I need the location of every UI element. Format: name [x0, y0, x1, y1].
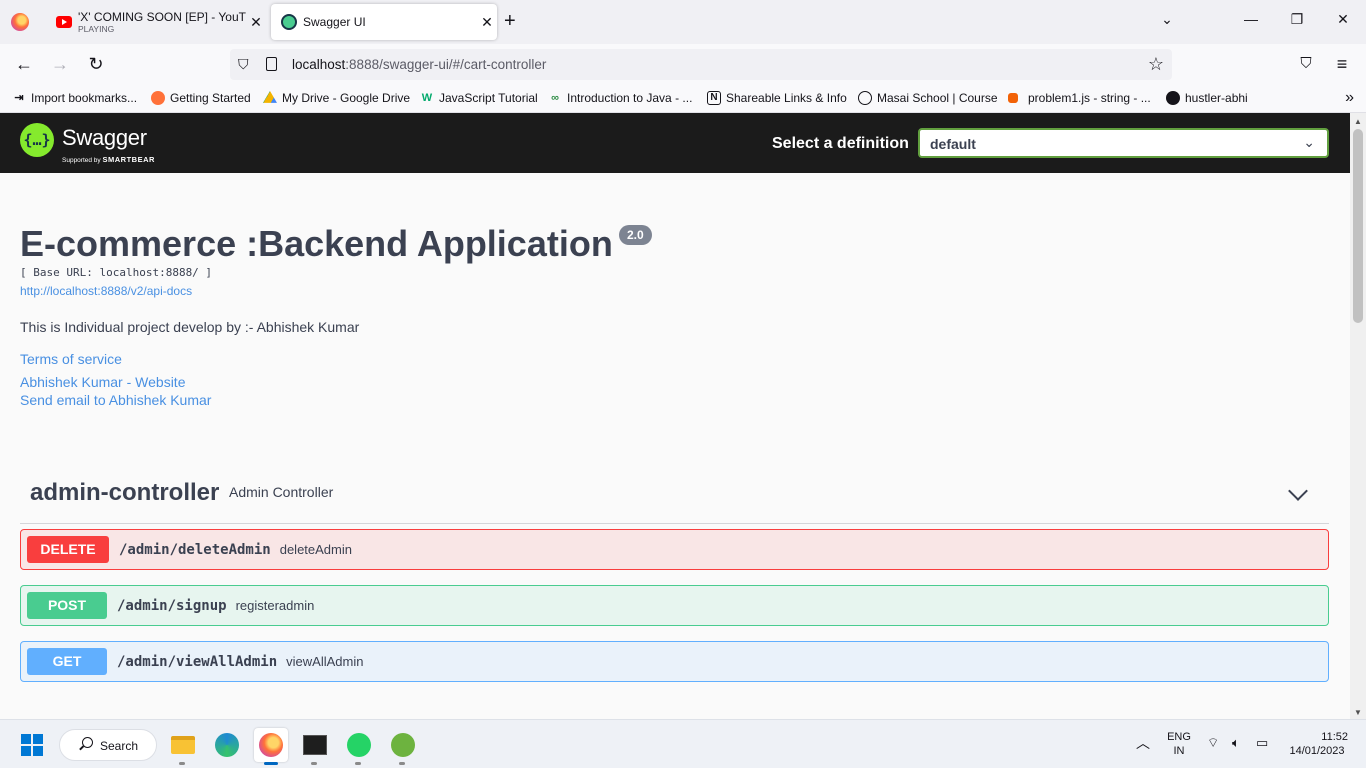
bookmark-shareable-links[interactable]: N Shareable Links & Info	[707, 91, 847, 105]
bookmarks-toolbar: ⇥ Import bookmarks... Getting Started My …	[0, 85, 1366, 113]
restore-icon[interactable]: ❐	[1285, 11, 1309, 28]
firefox-icon	[151, 91, 165, 105]
firefox-icon[interactable]	[254, 728, 288, 765]
bookmark-masai-school[interactable]: Masai School | Course	[858, 91, 998, 105]
close-tab-icon[interactable]: ✕	[477, 14, 497, 31]
operation-path: /admin/viewAllAdmin	[117, 653, 278, 670]
replit-icon	[1008, 93, 1018, 103]
edge-icon[interactable]	[210, 728, 244, 762]
operation-post-signup[interactable]: POST /admin/signup registeradmin	[20, 585, 1329, 626]
spring-tool-suite-icon[interactable]	[386, 728, 420, 765]
language-indicator[interactable]: ENG IN	[1164, 730, 1194, 758]
show-hidden-icons-chevron-icon[interactable]: ︿	[1136, 736, 1150, 750]
operation-summary: registeradmin	[235, 598, 315, 613]
tab-swagger[interactable]: Swagger UI ✕	[271, 4, 497, 40]
new-tab-plus-icon[interactable]: +	[504, 10, 516, 32]
bookmark-import[interactable]: ⇥ Import bookmarks...	[12, 91, 137, 105]
taskbar-search[interactable]: Search	[59, 729, 157, 761]
bookmark-intro-java[interactable]: ∞ Introduction to Java - ...	[548, 91, 692, 105]
base-url: [ Base URL: localhost:8888/ ]	[20, 266, 213, 279]
geeksforgeeks-icon: ∞	[551, 92, 559, 104]
globe-icon	[858, 91, 872, 105]
windows-taskbar: Search ︿ ENG IN ⌔ 🔈︎ ▭ 11:52 14/01/2023	[0, 719, 1366, 768]
search-icon	[82, 737, 93, 748]
email-link[interactable]: Send email to Abhishek Kumar	[20, 392, 211, 408]
definition-select[interactable]: default ⌄	[918, 128, 1329, 158]
api-docs-link[interactable]: http://localhost:8888/v2/api-docs	[20, 284, 192, 298]
reload-icon[interactable]: ↻	[85, 54, 107, 74]
tab-youtube[interactable]: 'X' COMING SOON [EP] - YouTube PLAYING ✕	[44, 4, 268, 40]
swagger-logo-icon[interactable]: {…}	[20, 123, 54, 157]
clock[interactable]: 11:52 14/01/2023	[1286, 730, 1348, 758]
notion-icon: N	[707, 91, 721, 105]
pocket-icon[interactable]: ⛉	[1295, 54, 1317, 74]
bookmark-google-drive[interactable]: My Drive - Google Drive	[263, 91, 410, 105]
shield-icon[interactable]: ⛉	[238, 56, 249, 73]
bookmark-getting-started[interactable]: Getting Started	[151, 91, 251, 105]
operation-path: /admin/deleteAdmin	[119, 541, 271, 558]
navigation-toolbar: ← → ↻ ⛉ localhost:8888/swagger-ui/#/cart…	[0, 44, 1366, 85]
operation-summary: viewAllAdmin	[286, 654, 364, 669]
scrollbar-thumb[interactable]	[1353, 129, 1363, 323]
battery-icon[interactable]: ▭	[1256, 736, 1268, 750]
youtube-icon	[56, 16, 72, 28]
browser-tab-bar: 'X' COMING SOON [EP] - YouTube PLAYING ✕…	[0, 0, 1366, 44]
operation-path: /admin/signup	[117, 597, 227, 614]
whatsapp-icon[interactable]	[342, 728, 376, 765]
supported-by-smartbear: Supported by SMARTBEAR	[62, 155, 155, 164]
url-text[interactable]: localhost:8888/swagger-ui/#/cart-control…	[292, 57, 546, 72]
github-icon	[1166, 91, 1180, 105]
operation-get-view-all-admin[interactable]: GET /admin/viewAllAdmin viewAllAdmin	[20, 641, 1329, 682]
page-info-icon[interactable]	[266, 57, 277, 71]
operation-summary: deleteAdmin	[279, 542, 352, 557]
speaker-icon[interactable]: 🔈︎	[1232, 736, 1240, 750]
bookmark-problem1[interactable]: problem1.js - string - ...	[1008, 91, 1151, 105]
address-bar[interactable]: ⛉ localhost:8888/swagger-ui/#/cart-contr…	[230, 49, 1172, 80]
bookmark-hustler-abhi[interactable]: hustler-abhi	[1166, 91, 1248, 105]
google-drive-icon	[263, 91, 277, 103]
api-description: This is Individual project develop by :-…	[20, 319, 360, 335]
method-badge: GET	[27, 648, 107, 675]
minimize-icon[interactable]: —	[1239, 11, 1263, 27]
method-badge: DELETE	[27, 536, 109, 563]
select-definition-label: Select a definition	[772, 135, 909, 152]
forward-arrow-icon[interactable]: →	[49, 54, 71, 74]
wifi-icon[interactable]: ⌔	[1207, 736, 1219, 750]
close-window-icon[interactable]: ✕	[1331, 11, 1355, 28]
list-tabs-chevron-icon[interactable]: ⌄	[1155, 11, 1179, 28]
website-link[interactable]: Abhishek Kumar - Website	[20, 374, 185, 390]
tag-description: Admin Controller	[229, 484, 334, 500]
swagger-logo-text[interactable]: Swagger	[62, 125, 147, 151]
tag-section-header[interactable]: admin-controller Admin Controller	[20, 466, 1329, 524]
tab-playing-label: PLAYING	[78, 23, 115, 34]
chevron-down-icon: ⌄	[1303, 134, 1315, 150]
page-scrollbar[interactable]: ▲ ▼	[1350, 113, 1366, 719]
w3schools-icon: W	[421, 92, 433, 104]
windows-start-icon[interactable]	[21, 734, 43, 756]
api-title: E-commerce :Backend Application	[20, 223, 613, 264]
page-viewport: {…} Swagger Supported by SMARTBEAR Selec…	[0, 113, 1350, 719]
tag-name[interactable]: admin-controller	[30, 479, 219, 507]
tab-title: Swagger UI	[303, 15, 366, 29]
version-badge: 2.0	[619, 225, 652, 245]
back-arrow-icon[interactable]: ←	[13, 54, 35, 74]
chevron-down-icon[interactable]	[1288, 481, 1308, 501]
terminal-icon[interactable]	[298, 728, 332, 765]
swagger-topbar: {…} Swagger Supported by SMARTBEAR Selec…	[0, 113, 1350, 173]
more-bookmarks-chevron-icon[interactable]: »	[1345, 89, 1354, 107]
menu-hamburger-icon[interactable]: ≡	[1331, 54, 1353, 74]
terms-of-service-link[interactable]: Terms of service	[20, 351, 122, 367]
bookmark-javascript-tutorial[interactable]: W JavaScript Tutorial	[420, 91, 538, 105]
method-badge: POST	[27, 592, 107, 619]
scroll-up-arrow-icon[interactable]: ▲	[1354, 117, 1362, 126]
firefox-view-icon[interactable]	[11, 13, 29, 31]
close-tab-icon[interactable]: ✕	[246, 14, 266, 31]
tab-title: 'X' COMING SOON [EP] - YouTube	[78, 9, 246, 24]
swagger-favicon-icon	[281, 14, 297, 30]
import-icon: ⇥	[14, 92, 24, 104]
file-explorer-icon[interactable]	[166, 728, 200, 765]
scroll-down-arrow-icon[interactable]: ▼	[1354, 708, 1362, 717]
bookmark-star-icon[interactable]: ☆	[1148, 54, 1164, 75]
operation-delete-admin[interactable]: DELETE /admin/deleteAdmin deleteAdmin	[20, 529, 1329, 570]
